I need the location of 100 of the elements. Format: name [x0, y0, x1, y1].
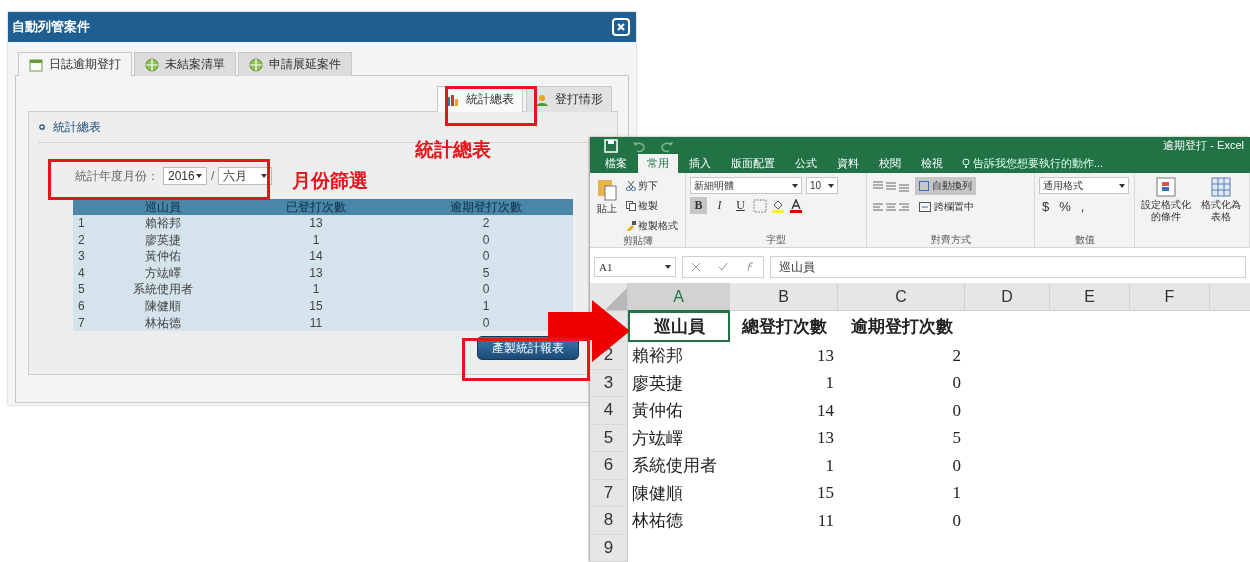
sheet-cell-text: 0 — [951, 454, 962, 477]
column-header[interactable]: F — [1130, 283, 1210, 311]
window-title: 逾期登打 - Excel — [1163, 138, 1244, 153]
sheet-cell-text: 賴裕邦 — [631, 345, 684, 368]
comma-button[interactable]: , — [1077, 197, 1088, 215]
column-header[interactable]: B — [730, 283, 838, 311]
format-painter-button[interactable]: 複製格式 — [624, 217, 680, 234]
row-header[interactable]: 6 — [590, 452, 628, 480]
brush-icon — [626, 220, 636, 231]
row-header[interactable]: 5 — [590, 424, 628, 452]
select-all-button[interactable] — [590, 283, 628, 311]
row-header[interactable]: 3 — [590, 369, 628, 397]
calendar-icon — [29, 57, 43, 72]
close-button[interactable] — [612, 18, 630, 36]
conditional-format-button[interactable]: 設定格式化的條件 — [1139, 177, 1193, 247]
cancel-icon — [691, 262, 702, 272]
table-cell: 1 — [73, 215, 93, 232]
tab[interactable]: 登打情形 — [526, 86, 612, 112]
table-icon — [1211, 177, 1231, 197]
row-header[interactable]: 4 — [590, 397, 628, 425]
column-header: 已登打次數 — [233, 199, 399, 215]
row-header[interactable]: 9 — [590, 534, 628, 562]
column-header[interactable]: D — [965, 283, 1050, 311]
table-cell: 2 — [399, 215, 573, 232]
bold-button[interactable]: B — [690, 197, 707, 214]
copy-button[interactable]: 複製 — [624, 197, 680, 214]
sheet-cell-text: 系統使用者 — [631, 455, 718, 478]
sheet-cell-text: 方竑嶧 — [631, 427, 684, 450]
table-cell: 5 — [73, 281, 93, 298]
formula-field[interactable]: 巡山員 — [770, 256, 1246, 278]
sheet-cell-text: 林祐德 — [631, 510, 684, 533]
column-header[interactable]: A — [628, 283, 730, 311]
tell-me-field[interactable]: 告訴我您想要執行的動作... — [962, 156, 1104, 171]
sheet-cell-text: 黃仲佑 — [631, 400, 684, 423]
sheet-cell-text: 13 — [816, 427, 835, 450]
user-icon — [535, 92, 549, 107]
percent-button[interactable]: % — [1056, 197, 1074, 215]
caret-icon — [665, 265, 671, 269]
currency-button[interactable]: $ — [1039, 197, 1053, 215]
tab[interactable]: 未結案清單 — [134, 52, 236, 76]
table-cell: 黃仲佑 — [93, 248, 233, 265]
merge-center-button[interactable]: 跨欄置中 — [915, 198, 978, 216]
scissors-icon — [626, 180, 636, 191]
sheet-cell-text: 逾期登打次數 — [849, 316, 954, 338]
sheet-cell-text: 0 — [951, 372, 962, 395]
sheet-cell-text: 總登打次數 — [740, 316, 828, 338]
sheet-cell-text: 1 — [951, 482, 962, 505]
month-select[interactable]: 六月 — [218, 167, 273, 185]
close-icon — [617, 23, 625, 31]
clipboard-icon — [597, 177, 617, 201]
caret-icon — [792, 183, 798, 188]
sheet-cell-text: 15 — [816, 482, 835, 505]
sheet-cell-text: 0 — [951, 399, 962, 422]
copy-icon — [626, 200, 636, 211]
column-header[interactable]: E — [1050, 283, 1130, 311]
section-title: 統計總表 — [53, 118, 101, 136]
group-label: 對齊方式 — [929, 233, 972, 247]
format-table-button[interactable]: 格式化為表格 — [1197, 177, 1245, 247]
tab[interactable]: 日誌逾期登打 — [18, 52, 132, 76]
conditional-format-icon — [1156, 177, 1176, 197]
caret-icon — [196, 174, 202, 178]
number-format-field[interactable]: 通用格式 — [1039, 177, 1129, 194]
sheet-cell-text: 2 — [951, 344, 962, 367]
sheet-cell-text: 14 — [816, 399, 835, 422]
globe-icon — [249, 57, 263, 72]
align-icon — [871, 179, 911, 193]
fill-color-icon — [771, 198, 785, 213]
table-cell: 1 — [233, 281, 399, 298]
check-icon — [718, 262, 728, 272]
ribbon-tab[interactable]: 常用 — [638, 154, 678, 173]
year-select[interactable]: 2016 — [163, 167, 207, 185]
font-name-field[interactable]: 新細明體 — [690, 177, 802, 194]
paste-button[interactable]: 貼上 — [594, 177, 620, 234]
table-cell: 13 — [233, 215, 399, 232]
separator: / — [211, 169, 215, 183]
merge-icon — [919, 202, 931, 212]
table-cell: 系統使用者 — [93, 281, 233, 298]
column-header: 逾期登打次數 — [399, 199, 573, 215]
underline-button[interactable]: U — [732, 197, 749, 214]
italic-button[interactable]: I — [711, 197, 728, 214]
sheet-cell-text: 0 — [951, 509, 962, 532]
sheet-cell-text: 1 — [824, 454, 835, 477]
sheet-cell: 巡山員 — [628, 311, 730, 342]
row-header[interactable]: 7 — [590, 479, 628, 507]
tab[interactable]: 申請展延案件 — [238, 52, 352, 76]
callout-text: 月份篩選 — [292, 169, 368, 193]
borders-icon — [753, 198, 767, 213]
wrap-text-button[interactable]: 自動換列 — [915, 177, 976, 195]
column-header[interactable]: C — [838, 283, 965, 311]
filter-label: 統計年度月份： — [75, 167, 159, 185]
table-cell: 0 — [399, 281, 573, 298]
bullet-icon — [39, 124, 45, 130]
caret-icon — [828, 183, 834, 188]
font-size-field[interactable]: 10 — [806, 177, 838, 194]
lightbulb-icon — [962, 158, 970, 169]
name-box[interactable]: A1 — [594, 257, 676, 277]
row-header[interactable]: 8 — [590, 507, 628, 535]
cut-button[interactable]: 剪下 — [624, 177, 680, 194]
sheet-cell-text: 廖英捷 — [631, 372, 684, 395]
sheet-cell-text: 1 — [824, 372, 835, 395]
